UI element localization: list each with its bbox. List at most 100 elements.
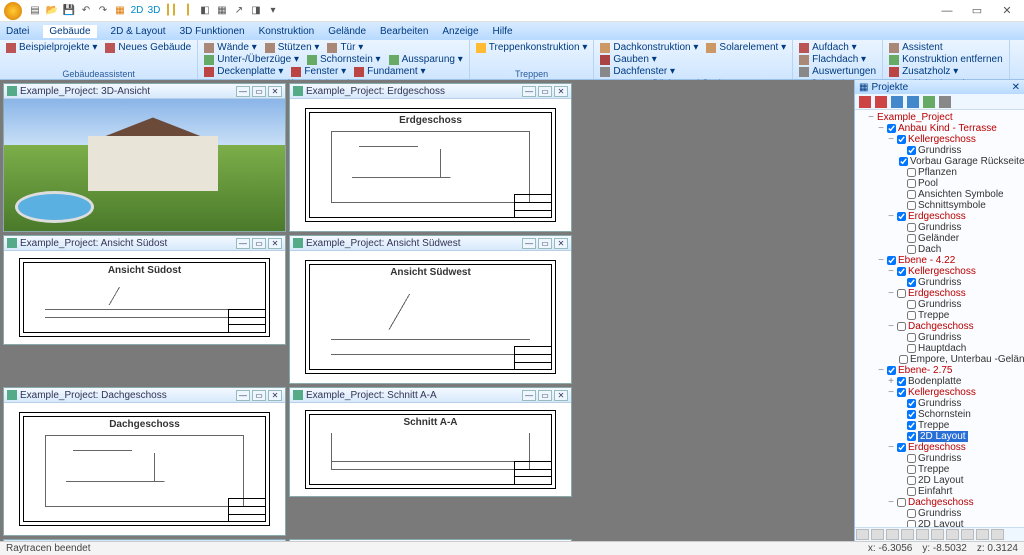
tree-node-label[interactable]: Erdgeschoss (908, 288, 966, 299)
ribbon-item[interactable]: Deckenplatte ▾ (204, 66, 283, 77)
document-body[interactable]: Erdgeschoss (290, 99, 571, 231)
win-min-button[interactable]: — (522, 390, 536, 401)
menu-hilfe[interactable]: Hilfe (493, 26, 513, 37)
tree-node[interactable]: Dach (867, 244, 1022, 255)
project-tree[interactable]: −Example_Project−Anbau Kind - Terrasse−K… (855, 110, 1024, 527)
tree-node-label[interactable]: Treppe (918, 310, 949, 321)
tree-visibility-checkbox[interactable] (907, 465, 916, 474)
ribbon-item[interactable]: Wände ▾ (204, 42, 256, 53)
qat-tool-icon[interactable]: ◧ (198, 4, 212, 18)
document-titlebar[interactable]: Example_Project: 3D-Ansicht—▭✕ (4, 84, 285, 99)
qat-3d-icon[interactable]: 3D (147, 4, 161, 18)
tree-node-label[interactable]: Erdgeschoss (908, 211, 966, 222)
tree-visibility-checkbox[interactable] (897, 443, 906, 452)
tree-tool-icon[interactable] (907, 96, 919, 108)
document-body[interactable] (4, 99, 285, 231)
tree-node-label[interactable]: Einfahrt (918, 486, 952, 497)
tree-node-label[interactable]: Dach (918, 244, 941, 255)
tree-node[interactable]: −Erdgeschoss (867, 442, 1022, 453)
win-max-button[interactable]: ▭ (538, 238, 552, 249)
tree-visibility-checkbox[interactable] (897, 212, 906, 221)
qat-snap-icon[interactable]: ┃ (181, 4, 195, 18)
tree-node[interactable]: Grundriss (867, 145, 1022, 156)
tree-node[interactable]: Schnittsymbole (867, 200, 1022, 211)
tree-twisty-icon[interactable]: − (877, 255, 885, 266)
tree-node-label[interactable]: Vorbau Garage Rückseite (910, 156, 1024, 167)
tree-node-label[interactable]: Schornstein (918, 409, 971, 420)
win-min-button[interactable]: — (236, 86, 250, 97)
qat-tool2-icon[interactable]: ▦ (215, 4, 229, 18)
tree-visibility-checkbox[interactable] (907, 168, 916, 177)
tree-visibility-checkbox[interactable] (907, 245, 916, 254)
tree-node[interactable]: −Ebene- 2.75 (867, 365, 1022, 376)
tree-node[interactable]: 2D Layout (867, 475, 1022, 486)
tree-visibility-checkbox[interactable] (899, 157, 908, 166)
tree-node[interactable]: −Ebene - 4.22 (867, 255, 1022, 266)
tree-tool-icon[interactable] (875, 96, 887, 108)
document-body[interactable]: Schnitt A-A (290, 403, 571, 496)
tree-twisty-icon[interactable]: − (877, 123, 885, 134)
tree-node-label[interactable]: Grundriss (918, 222, 961, 233)
tree-twisty-icon[interactable]: + (887, 376, 895, 387)
tree-visibility-checkbox[interactable] (907, 421, 916, 430)
tree-visibility-checkbox[interactable] (897, 289, 906, 298)
tree-node-label[interactable]: Schnittsymbole (918, 200, 986, 211)
menu-2dlayout[interactable]: 2D & Layout (111, 26, 166, 37)
ribbon-item[interactable]: Schornstein ▾ (307, 54, 381, 65)
tree-node[interactable]: Hauptdach (867, 343, 1022, 354)
qat-redo-icon[interactable]: ↷ (96, 4, 110, 18)
win-close-button[interactable]: ✕ (268, 86, 282, 97)
document-window[interactable]: Example_Project: Dachgeschoss—▭✕Dachgesc… (3, 387, 286, 536)
menu-3dfunktionen[interactable]: 3D Funktionen (180, 26, 245, 37)
tree-node[interactable]: Grundriss (867, 453, 1022, 464)
win-close-button[interactable]: ✕ (268, 238, 282, 249)
render-view[interactable] (4, 99, 285, 231)
ribbon-item[interactable]: Aufdach ▾ (799, 42, 857, 53)
tree-node[interactable]: −Erdgeschoss (867, 288, 1022, 299)
tree-node-label[interactable]: Pflanzen (918, 167, 957, 178)
tree-node[interactable]: +Bodenplatte (867, 376, 1022, 387)
tree-node-label[interactable]: Kellergeschoss (908, 387, 976, 398)
tree-twisty-icon[interactable]: − (877, 365, 885, 376)
tree-node-label[interactable]: Grundriss (918, 299, 961, 310)
tree-tool-icon[interactable] (891, 96, 903, 108)
document-window[interactable]: Example_Project: Ansicht Südost—▭✕Ansich… (3, 235, 286, 345)
tree-node[interactable]: −Erdgeschoss (867, 211, 1022, 222)
tree-node-label[interactable]: Pool (918, 178, 938, 189)
tree-visibility-checkbox[interactable] (907, 300, 916, 309)
tree-visibility-checkbox[interactable] (907, 146, 916, 155)
tree-visibility-checkbox[interactable] (907, 509, 916, 518)
tree-node[interactable]: −Kellergeschoss (867, 134, 1022, 145)
footer-tool-icon[interactable] (886, 529, 899, 540)
footer-tool-icon[interactable] (931, 529, 944, 540)
document-titlebar[interactable]: Example_Project: Dachgeschoss—▭✕ (4, 388, 285, 403)
document-titlebar[interactable]: Example_Project: Schnitt A-A—▭✕ (290, 388, 571, 403)
tree-node-label[interactable]: Erdgeschoss (908, 442, 966, 453)
tree-visibility-checkbox[interactable] (907, 311, 916, 320)
win-close-button[interactable]: ✕ (268, 390, 282, 401)
document-body[interactable]: Dachgeschoss (4, 403, 285, 535)
maximize-button[interactable]: ▭ (964, 2, 990, 20)
document-titlebar[interactable]: Example_Project: Ansicht Südost—▭✕ (4, 236, 285, 251)
tree-node[interactable]: Empore, Unterbau -Geländer (867, 354, 1022, 365)
tree-visibility-checkbox[interactable] (897, 267, 906, 276)
tree-node-label[interactable]: Example_Project (877, 112, 953, 123)
drawing-sheet[interactable]: Erdgeschoss (305, 108, 556, 222)
tree-node[interactable]: Grundriss (867, 332, 1022, 343)
tree-visibility-checkbox[interactable] (897, 388, 906, 397)
ribbon-item[interactable]: Dachkonstruktion ▾ (600, 42, 698, 53)
tree-node-label[interactable]: 2D Layout (918, 431, 968, 442)
win-min-button[interactable]: — (522, 86, 536, 97)
tree-node-label[interactable]: 2D Layout (918, 519, 964, 527)
tree-node[interactable]: −Kellergeschoss (867, 387, 1022, 398)
document-window[interactable]: Example_Project: Ansicht Südwest—▭✕Ansic… (289, 235, 572, 384)
tree-node[interactable]: −Dachgeschoss (867, 321, 1022, 332)
footer-tool-icon[interactable] (871, 529, 884, 540)
tree-tool-icon[interactable] (859, 96, 871, 108)
tree-node[interactable]: Grundriss (867, 299, 1022, 310)
ribbon-item[interactable]: Fundament ▾ (354, 66, 425, 77)
tree-node[interactable]: Grundriss (867, 508, 1022, 519)
tree-node-label[interactable]: Anbau Kind - Terrasse (898, 123, 997, 134)
qat-arrow-icon[interactable]: ↗ (232, 4, 246, 18)
win-min-button[interactable]: — (236, 390, 250, 401)
